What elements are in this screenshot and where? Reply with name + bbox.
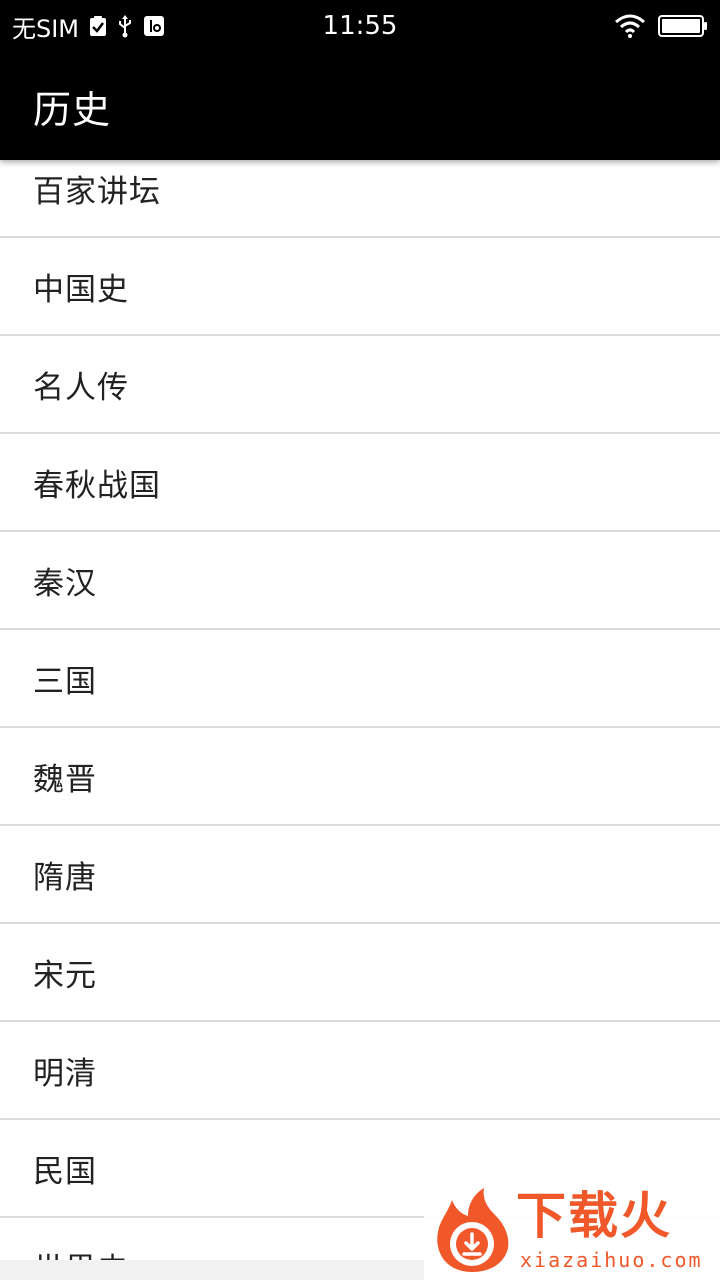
list-item-label: 民国 bbox=[33, 1153, 97, 1190]
list-item-label: 三国 bbox=[33, 663, 97, 700]
list-item[interactable]: 名人传 bbox=[0, 336, 720, 434]
list-item[interactable]: 三国 bbox=[0, 630, 720, 728]
list-item-label: 宋元 bbox=[33, 957, 97, 994]
list-item-label: 中国史 bbox=[33, 271, 129, 308]
clock: 11:55 bbox=[322, 11, 398, 41]
status-bar: 无SIM 11:55 bbox=[0, 0, 720, 52]
list-item-label: 春秋战国 bbox=[33, 467, 161, 504]
watermark-domain: xiazaihuo.com bbox=[520, 1248, 703, 1272]
page-title: 历史 bbox=[33, 87, 112, 132]
flame-logo-icon bbox=[437, 1188, 509, 1272]
battery-icon bbox=[658, 14, 708, 38]
list-item[interactable]: 魏晋 bbox=[0, 728, 720, 826]
list-item-label: 百家讲坛 bbox=[33, 173, 161, 210]
list-item[interactable]: 春秋战国 bbox=[0, 434, 720, 532]
list-item[interactable]: 宋元 bbox=[0, 924, 720, 1022]
list-item[interactable]: 百家讲坛 bbox=[0, 160, 720, 238]
wifi-icon bbox=[614, 14, 646, 38]
category-list[interactable]: 百家讲坛 中国史 名人传 春秋战国 秦汉 三国 魏晋 隋唐 宋元 明清 民国 世… bbox=[0, 160, 720, 1260]
list-item[interactable]: 秦汉 bbox=[0, 532, 720, 630]
list-item-label: 魏晋 bbox=[33, 761, 97, 798]
category-list-inner: 百家讲坛 中国史 名人传 春秋战国 秦汉 三国 魏晋 隋唐 宋元 明清 民国 世… bbox=[0, 160, 720, 1260]
list-item-label: 世界史 bbox=[33, 1244, 129, 1261]
list-item-label: 明清 bbox=[33, 1055, 97, 1092]
list-item[interactable]: 隋唐 bbox=[0, 826, 720, 924]
list-item-label: 秦汉 bbox=[33, 565, 97, 602]
list-item-label: 名人传 bbox=[33, 369, 129, 406]
watermark: 下载火 xiazaihuo.com bbox=[424, 1182, 720, 1280]
status-right bbox=[614, 0, 708, 52]
list-item-label: 隋唐 bbox=[33, 859, 97, 896]
list-item[interactable]: 中国史 bbox=[0, 238, 720, 336]
app-bar: 历史 bbox=[0, 52, 720, 160]
list-item[interactable]: 明清 bbox=[0, 1022, 720, 1120]
watermark-name: 下载火 bbox=[516, 1187, 672, 1245]
